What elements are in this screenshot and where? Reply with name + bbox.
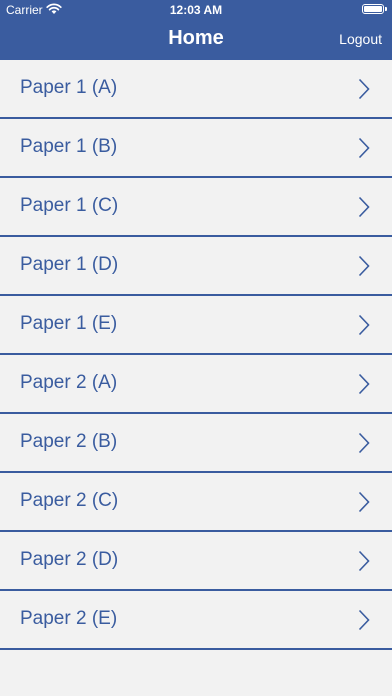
list-item-label: Paper 1 (C) [20,195,119,216]
chevron-right-icon [358,255,370,277]
list-item-label: Paper 1 (E) [20,313,118,334]
logout-button[interactable]: Logout [339,31,382,47]
list-item-label: Paper 2 (D) [20,549,119,570]
list-item-paper-1c[interactable]: Paper 1 (C) [0,178,392,237]
status-bar: Carrier 12:03 AM [0,0,392,20]
list-item-paper-2b[interactable]: Paper 2 (B) [0,414,392,473]
list-item-label: Paper 1 (B) [20,136,118,157]
list-item-paper-2a[interactable]: Paper 2 (A) [0,355,392,414]
list-item-paper-1e[interactable]: Paper 1 (E) [0,296,392,355]
list-item-label: Paper 2 (E) [20,608,118,629]
chevron-right-icon [358,314,370,336]
list-item-paper-2c[interactable]: Paper 2 (C) [0,473,392,532]
chevron-right-icon [358,550,370,572]
list-item-paper-1d[interactable]: Paper 1 (D) [0,237,392,296]
chevron-right-icon [358,609,370,631]
chevron-right-icon [358,196,370,218]
battery-tip [385,7,387,11]
list-item-paper-1b[interactable]: Paper 1 (B) [0,119,392,178]
battery-icon [362,4,384,14]
list-item-label: Paper 1 (D) [20,254,119,275]
list-item-paper-2d[interactable]: Paper 2 (D) [0,532,392,591]
navigation-bar: Carrier 12:03 AM Home Logout [0,0,392,60]
list-item-label: Paper 2 (A) [20,372,118,393]
list-item-label: Paper 2 (C) [20,490,119,511]
list-item-paper-1a[interactable]: Paper 1 (A) [0,60,392,119]
list-item-label: Paper 2 (B) [20,431,118,452]
chevron-right-icon [358,491,370,513]
list-item-paper-2e[interactable]: Paper 2 (E) [0,591,392,650]
chevron-right-icon [358,137,370,159]
paper-list: Paper 1 (A) Paper 1 (B) Paper 1 (C) Pape… [0,60,392,650]
page-title: Home [168,27,224,49]
list-item-label: Paper 1 (A) [20,77,118,98]
clock: 12:03 AM [169,3,223,17]
chevron-right-icon [358,373,370,395]
chevron-right-icon [358,432,370,454]
chevron-right-icon [358,78,370,100]
